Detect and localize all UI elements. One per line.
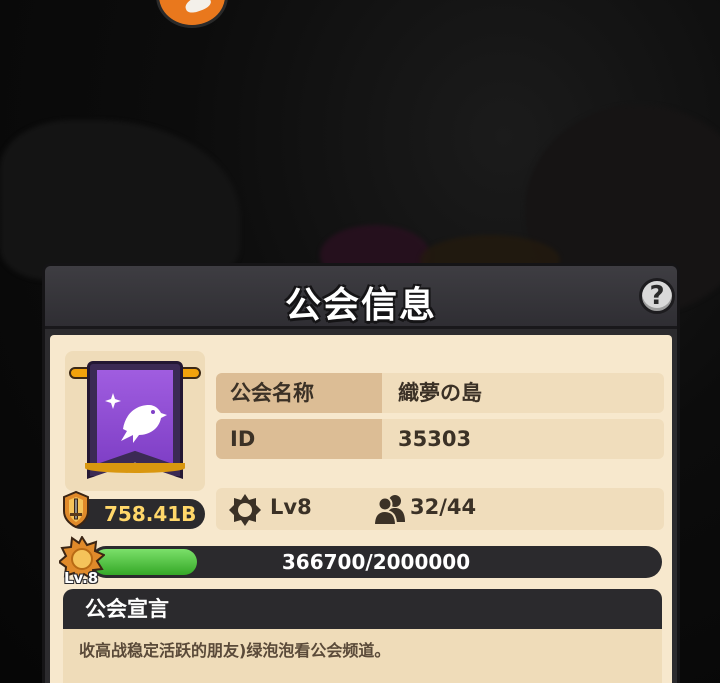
guild-emblem[interactable] — [65, 351, 205, 491]
guild-info-panel: 公会信息 ? 公会名称 織夢の島 ID 35303 758.41B Lv8 32… — [42, 263, 680, 683]
declaration-text: 收高战稳定活跃的朋友)绿泡泡看公会频道。 — [79, 641, 391, 660]
guild-name-row: 公会名称 織夢の島 — [216, 373, 664, 413]
guild-level-badge-label: Lv.8 — [64, 569, 99, 587]
panel-title: 公会信息 — [284, 285, 437, 326]
sword-shield-icon — [63, 490, 89, 529]
guild-level-value: Lv8 — [270, 495, 312, 519]
guild-exp-text: 366700/2000000 — [281, 550, 471, 574]
guild-name-value: 織夢の島 — [398, 381, 482, 405]
top-orb-icon[interactable] — [156, 0, 228, 28]
declaration-header: 公会宣言 — [63, 589, 662, 629]
members-icon — [373, 495, 405, 526]
panel-header: 公会信息 ? — [45, 266, 677, 329]
declaration-title: 公会宣言 — [85, 597, 169, 621]
guild-power-value: 758.41B — [104, 502, 197, 526]
background-shape — [0, 120, 240, 280]
declaration-body: 收高战稳定活跃的朋友)绿泡泡看公会频道。 — [63, 629, 662, 683]
banner-trim — [85, 463, 185, 473]
bird-icon — [105, 393, 167, 443]
panel-body: 公会名称 織夢の島 ID 35303 758.41B Lv8 32/44 366… — [50, 335, 672, 683]
guild-name-label: 公会名称 — [216, 373, 382, 413]
guild-members-value: 32/44 — [410, 495, 477, 519]
guild-id-value: 35303 — [398, 427, 472, 451]
guild-exp-bar: 366700/2000000 — [90, 546, 662, 578]
guild-id-label: ID — [216, 419, 382, 459]
guild-id-row: ID 35303 — [216, 419, 664, 459]
gear-badge-icon — [229, 494, 261, 526]
help-button[interactable]: ? — [639, 278, 675, 314]
